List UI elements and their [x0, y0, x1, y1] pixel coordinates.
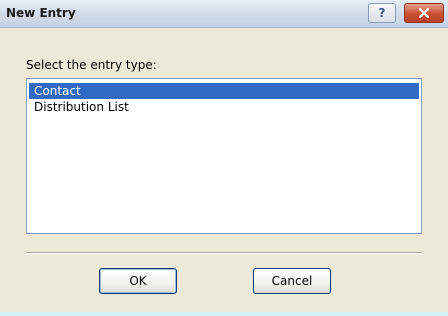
ok-button[interactable]: OK [99, 268, 177, 294]
close-icon [418, 7, 430, 19]
separator [26, 252, 422, 254]
cancel-button[interactable]: Cancel [253, 268, 331, 294]
new-entry-dialog: New Entry ? Select the entry type: Conta… [0, 0, 448, 316]
list-item-contact[interactable]: Contact [29, 83, 419, 99]
question-mark-icon: ? [378, 6, 386, 20]
close-button[interactable] [404, 3, 444, 23]
entry-type-prompt: Select the entry type: [26, 58, 157, 72]
window-bottom-edge [0, 312, 448, 316]
help-button[interactable]: ? [368, 3, 396, 23]
title-bar[interactable]: New Entry ? [0, 0, 448, 28]
window-title: New Entry [6, 6, 76, 20]
entry-type-listbox[interactable]: Contact Distribution List [26, 78, 422, 234]
list-item-distribution-list[interactable]: Distribution List [29, 99, 419, 115]
